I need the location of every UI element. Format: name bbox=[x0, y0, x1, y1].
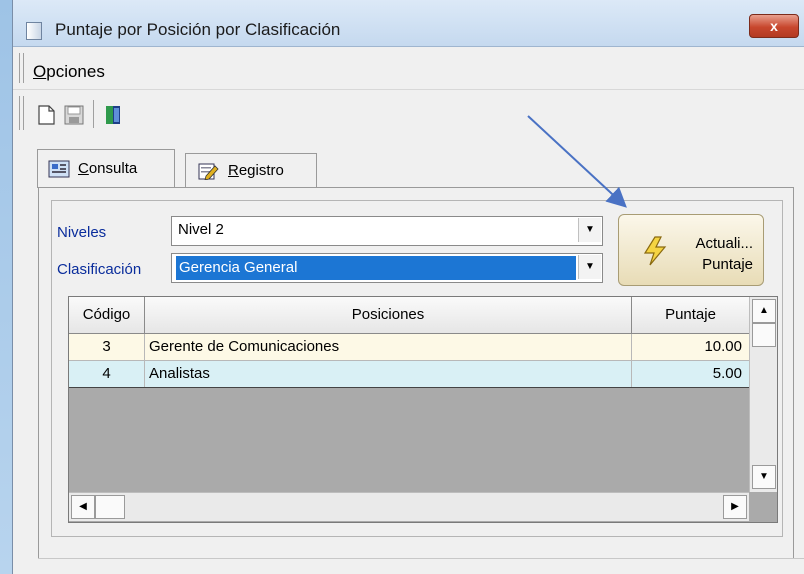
annotation-arrow-line bbox=[527, 115, 627, 208]
annotation-arrow bbox=[527, 115, 627, 208]
